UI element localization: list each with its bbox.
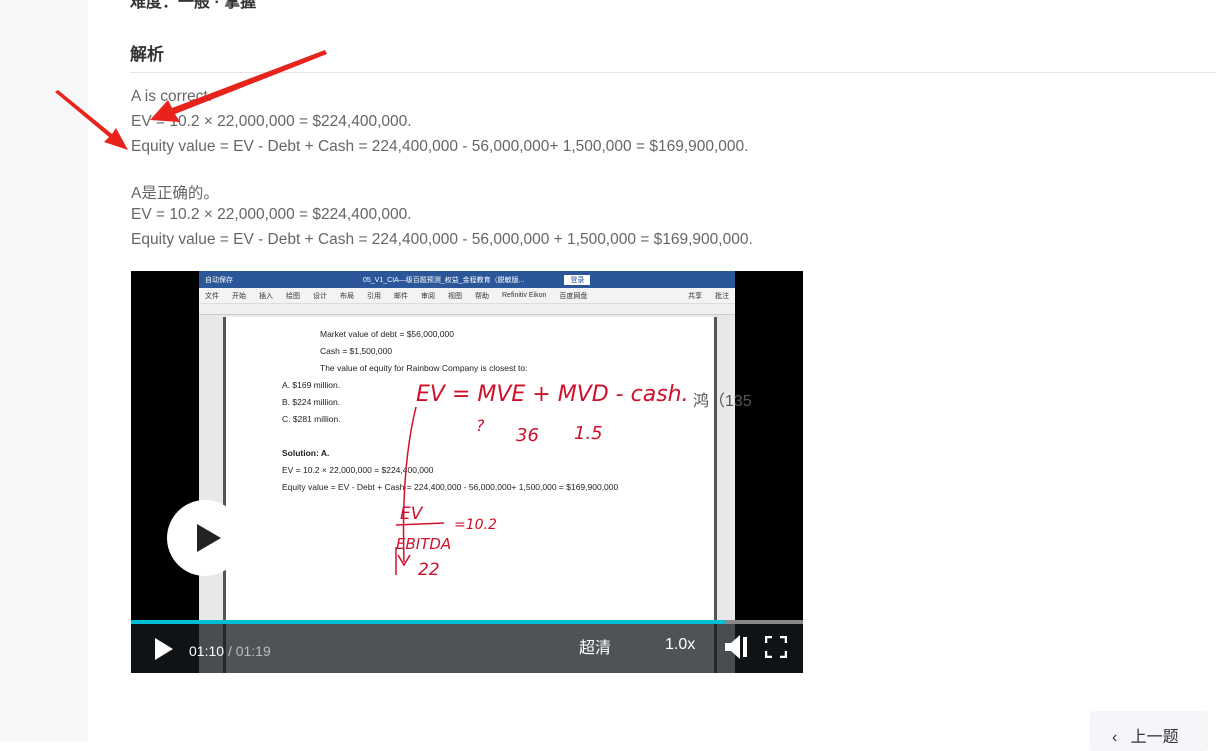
menu-item: 邮件: [394, 292, 408, 300]
difficulty-text: 难度：一般 · 掌握: [130, 0, 257, 11]
menu-item: 审阅: [421, 292, 435, 300]
prev-label: 上一题: [1130, 729, 1179, 746]
explanation-line-cn: Equity value = EV - Debt + Cash = 224,40…: [131, 231, 753, 248]
share-button: 共享: [688, 292, 702, 300]
current-time: 01:10: [189, 643, 225, 659]
section-title: 解析: [130, 45, 164, 64]
comment-button: 批注: [715, 292, 729, 300]
handwriting: 22: [418, 560, 440, 580]
video-player[interactable]: 自动保存 05_V1_CIA—级百题预测_权益_金程教育（脱敏版... 登录 文…: [131, 271, 803, 673]
menu-item: 百度网盘: [559, 292, 588, 300]
play-icon[interactable]: [155, 638, 173, 660]
speed-button[interactable]: 1.0x: [665, 636, 695, 654]
menu-item: 设计: [313, 292, 327, 300]
menu-item: 帮助: [475, 292, 489, 300]
doc-title: 05_V1_CIA—级百题预测_权益_金程教育（脱敏版...: [363, 276, 525, 284]
menu-item: 插入: [259, 292, 273, 300]
ruler: [199, 304, 735, 315]
arrow-icon: [150, 50, 327, 122]
divider: [130, 72, 1216, 73]
big-play-button[interactable]: [167, 500, 243, 576]
autosave-label: 自动保存: [205, 276, 233, 284]
watermark-text: 鸿（135: [693, 393, 752, 410]
left-sidebar: [0, 0, 88, 741]
explanation-line: A is correct.: [131, 88, 212, 105]
volume-icon[interactable]: [723, 634, 751, 660]
chevron-left-icon: ‹: [1112, 729, 1118, 746]
explanation-line: Equity value = EV - Debt + Cash = 224,40…: [131, 138, 749, 155]
menu-item: 视图: [448, 292, 462, 300]
time-display: 01:10 / 01:19: [189, 643, 271, 659]
menu-item: 引用: [367, 292, 381, 300]
video-frame-word-document: 自动保存 05_V1_CIA—级百题预测_权益_金程教育（脱敏版... 登录 文…: [199, 271, 735, 673]
handwriting: ?: [476, 416, 485, 435]
control-bar: 01:10 / 01:19 超清 1.0x: [131, 624, 803, 673]
explanation-line-cn: A是正确的。: [131, 185, 219, 202]
quality-button[interactable]: 超清: [579, 634, 611, 658]
fullscreen-icon[interactable]: [765, 636, 787, 658]
duration: / 01:19: [227, 643, 271, 659]
word-titlebar: 自动保存 05_V1_CIA—级百题预测_权益_金程教育（脱敏版... 登录: [199, 271, 735, 288]
handwriting: 36: [516, 425, 539, 446]
menu-item: Refinitiv Eikon: [502, 292, 547, 299]
handwriting: =10.2: [454, 517, 497, 533]
menu-item: 绘图: [286, 292, 300, 300]
word-ribbon: 文件 开始 插入 绘图 设计 布局 引用 邮件 审阅 视图 帮助 Refinit…: [199, 288, 735, 304]
explanation-line: EV = 10.2 × 22,000,000 = $224,400,000.: [131, 113, 412, 130]
explanation-line-cn: EV = 10.2 × 22,000,000 = $224,400,000.: [131, 206, 412, 223]
previous-question-button[interactable]: ‹ 上一题: [1090, 711, 1208, 751]
menu-item: 文件: [205, 292, 219, 300]
handwriting: 1.5: [574, 423, 603, 444]
menu-item: 开始: [232, 292, 246, 300]
menu-item: 布局: [340, 292, 354, 300]
handwriting: EV = MVE + MVD - cash.: [416, 382, 689, 407]
login-button: 登录: [564, 274, 591, 285]
